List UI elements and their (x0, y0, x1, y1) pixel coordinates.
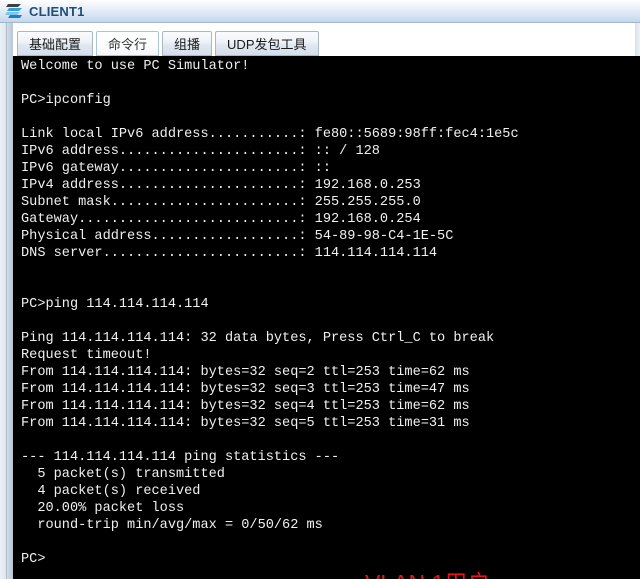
tab-udp-tool[interactable]: UDP发包工具 (215, 31, 319, 56)
tab-multicast[interactable]: 组播 (162, 31, 213, 56)
tab-bar: 基础配置 命令行 组播 UDP发包工具 (13, 23, 635, 56)
terminal-output: Welcome to use PC Simulator! PC>ipconfig… (21, 59, 519, 567)
pc-terminal-icon (5, 2, 25, 20)
tab-command-line[interactable]: 命令行 (96, 31, 160, 56)
vlan-annotation-label: VLAN 1用户 (365, 572, 490, 579)
left-border-line (6, 23, 7, 579)
terminal-console[interactable]: Welcome to use PC Simulator! PC>ipconfig… (13, 56, 640, 579)
title-bar: CLIENT1 (0, 0, 640, 23)
tab-basic-config[interactable]: 基础配置 (17, 31, 94, 56)
client1-window: CLIENT1 基础配置 命令行 组播 UDP发包工具 Welcome to u… (0, 0, 640, 579)
window-body: 基础配置 命令行 组播 UDP发包工具 Welcome to use PC Si… (0, 23, 640, 579)
left-border-strip (0, 23, 13, 579)
window-title: CLIENT1 (29, 3, 85, 19)
